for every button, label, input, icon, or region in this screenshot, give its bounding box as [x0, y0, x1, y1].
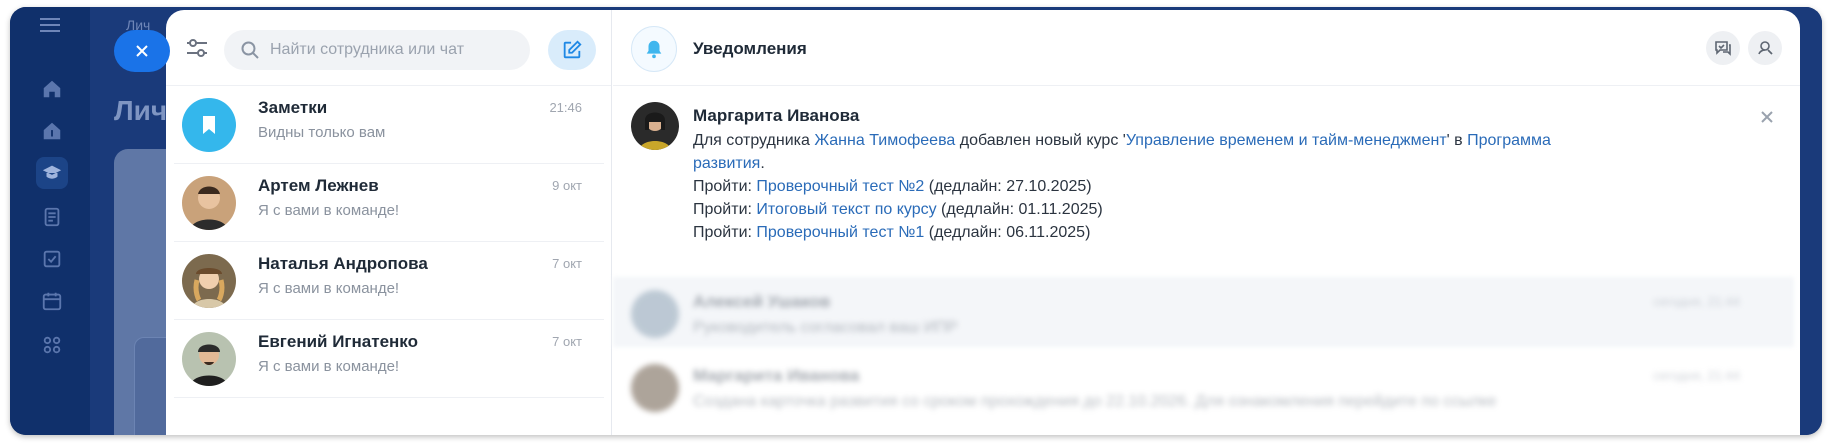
- chat-preview: Я с вами в команде!: [258, 358, 400, 375]
- notification-body: Руководитель согласовал ваш ИПР: [693, 319, 958, 336]
- notifications-pane: Уведомления Маргарита Иванова Для сотруд…: [613, 10, 1800, 435]
- notification-line: Для сотрудника Жанна Тимофеева добавлен …: [693, 132, 1551, 172]
- chat-name: Артем Лежнев: [258, 176, 379, 195]
- dismiss-notification-button[interactable]: [1758, 108, 1776, 126]
- task-link[interactable]: Проверочный тест №2: [756, 178, 924, 195]
- avatar: [182, 254, 236, 308]
- chat-name: Наталья Андропова: [258, 254, 428, 273]
- notification-body: Создана карточка развития со сроком прох…: [693, 393, 1497, 410]
- notification-item: Маргарита Иванова сегодня, 21:44 Создана…: [613, 354, 1800, 434]
- notification-body: Для сотрудника Жанна Тимофеева добавлен …: [693, 129, 1553, 244]
- task-line: Пройти: Проверочный тест №2 (дедлайн: 27…: [693, 178, 1092, 195]
- notification-author: Маргарита Иванова: [693, 366, 860, 385]
- chat-list-pane: Заметки 21:46 Видны только вам Артем Леж…: [166, 10, 612, 435]
- chat-preview: Я с вами в команде!: [258, 280, 400, 297]
- task-line: Пройти: Итоговый текст по курсу (дедлайн…: [693, 201, 1103, 218]
- checkbox-icon: [36, 243, 68, 275]
- chat-item[interactable]: Наталья Андропова 7 окт Я с вами в коман…: [174, 242, 604, 320]
- search-notifications-button[interactable]: [1748, 31, 1782, 65]
- avatar: [631, 290, 679, 338]
- task-line: Пройти: Проверочный тест №1 (дедлайн: 06…: [693, 224, 1091, 241]
- notifications-header: Уведомления: [613, 10, 1800, 86]
- chat-list-header: [166, 10, 611, 86]
- chat-time: 21:46: [549, 100, 582, 115]
- avatar: [182, 332, 236, 386]
- bookmark-icon: [203, 116, 215, 134]
- notification-date: сегодня, 21:44: [1653, 294, 1740, 309]
- notification-author: Алексей Ушаков: [693, 292, 831, 311]
- course-link[interactable]: Управление временем и тайм-менеджмент: [1126, 132, 1447, 149]
- notification-author: Маргарита Иванова: [693, 106, 860, 125]
- compose-icon: [563, 40, 582, 59]
- avatar: [631, 102, 679, 150]
- chat-item[interactable]: Евгений Игнатенко 7 окт Я с вами в коман…: [174, 320, 604, 398]
- notifications-title: Уведомления: [693, 39, 807, 58]
- chat-preview: Видны только вам: [258, 124, 386, 141]
- chat-time: 7 окт: [552, 256, 582, 271]
- menu-icon: [38, 17, 66, 37]
- employee-link[interactable]: Жанна Тимофеева: [814, 132, 955, 149]
- notes-avatar: [182, 98, 236, 152]
- close-icon: [1761, 111, 1773, 123]
- search-user-icon: [1758, 41, 1773, 55]
- chat-item-notes[interactable]: Заметки 21:46 Видны только вам: [174, 86, 604, 164]
- document-icon: [36, 201, 68, 233]
- background-sidebar: [10, 7, 90, 435]
- chat-item[interactable]: Артем Лежнев 9 окт Я с вами в команде!: [174, 164, 604, 242]
- chat-preview: Я с вами в команде!: [258, 202, 400, 219]
- bell-icon: [646, 40, 662, 59]
- home-icon: [36, 73, 68, 105]
- chat-name: Евгений Игнатенко: [258, 332, 418, 351]
- notification-item: Маргарита Иванова Для сотрудника Жанна Т…: [613, 86, 1800, 256]
- bell-avatar: [631, 26, 677, 72]
- task-link[interactable]: Итоговый текст по курсу: [756, 201, 936, 218]
- messenger-panel: Заметки 21:46 Видны только вам Артем Леж…: [166, 10, 1800, 435]
- notification-date: сегодня, 21:44: [1653, 368, 1740, 383]
- avatar: [182, 176, 236, 230]
- search-icon: [241, 41, 259, 59]
- background-page-title: Лич: [114, 95, 168, 126]
- chat-check-icon: [1715, 41, 1731, 56]
- close-panel-button[interactable]: [114, 30, 170, 72]
- calendar-icon: [36, 285, 68, 317]
- sliders-icon: [187, 39, 207, 57]
- apps-icon: [36, 329, 68, 361]
- search-input[interactable]: [270, 41, 510, 59]
- filter-button[interactable]: [184, 35, 210, 61]
- chat-toggle-button[interactable]: [1706, 31, 1740, 65]
- education-icon: [36, 157, 68, 189]
- search-box: [224, 30, 530, 70]
- app-window: Лич Лич Найти сотрудника или чат Заметки…: [10, 7, 1822, 435]
- info-house-icon: [36, 115, 68, 147]
- chat-time: 7 окт: [552, 334, 582, 349]
- avatar: [631, 364, 679, 412]
- close-icon: [136, 45, 148, 57]
- chat-time: 9 окт: [552, 178, 582, 193]
- new-chat-button[interactable]: [548, 30, 596, 70]
- notification-item: Алексей Ушаков сегодня, 21:44 Руководите…: [613, 282, 1800, 348]
- task-link[interactable]: Проверочный тест №1: [756, 224, 924, 241]
- chat-name: Заметки: [258, 98, 328, 117]
